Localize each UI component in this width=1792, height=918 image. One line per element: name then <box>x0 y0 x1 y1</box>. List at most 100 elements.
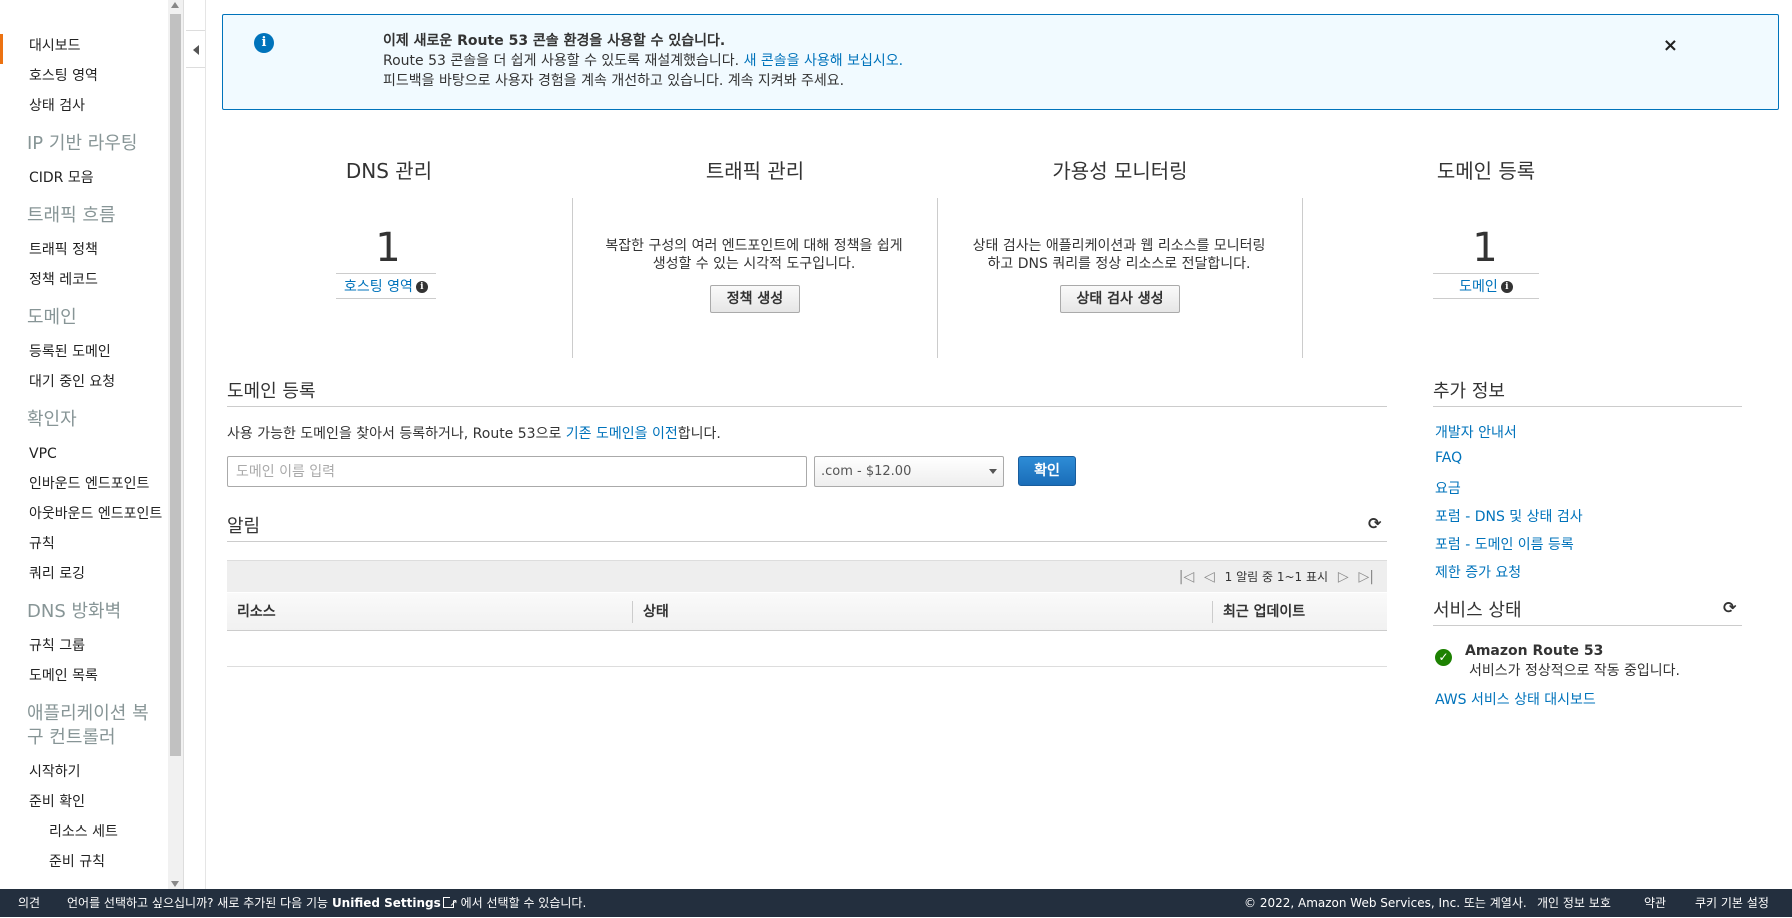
traffic-management: 트래픽 관리 <box>650 155 860 184</box>
divider <box>1302 198 1303 358</box>
info-icon[interactable]: i <box>415 281 428 293</box>
create-policy-button[interactable]: 정책 생성 <box>710 285 800 313</box>
tld-select[interactable]: .com - $12.00 <box>814 456 1004 487</box>
sidebar-item-hosted-zones[interactable]: 호스팅 영역 <box>0 64 168 94</box>
sidebar-nav: 대시보드 호스팅 영역 상태 검사 IP 기반 라우팅 CIDR 모음 트래픽 … <box>0 34 168 880</box>
sidebar-item-inbound-endpoints[interactable]: 인바운드 엔드포인트 <box>0 472 168 502</box>
domains-link-label[interactable]: 도메인 <box>1459 279 1498 295</box>
scrollbar-thumb[interactable] <box>170 14 181 756</box>
hosted-zone-count: 1 <box>375 225 401 271</box>
service-health-heading: 서비스 상태 <box>1433 600 1522 621</box>
sidebar-item-rules[interactable]: 규칙 <box>0 532 168 562</box>
forum-dns-link[interactable]: 포럼 - DNS 및 상태 검사 <box>1435 506 1583 526</box>
refresh-icon[interactable]: ⟳ <box>1368 514 1381 533</box>
info-icon[interactable]: i <box>1500 281 1513 293</box>
sidebar-item-traffic-policies[interactable]: 트래픽 정책 <box>0 238 168 268</box>
language-notice-text: 언어를 선택하고 싶으십니까? 새로 추가된 다음 기능 <box>67 896 329 910</box>
info-icon: i <box>254 33 274 53</box>
copyright: © 2022, Amazon Web Services, Inc. 또는 계열사… <box>1244 896 1527 910</box>
chevron-left-icon <box>193 45 199 55</box>
hosted-zones-link[interactable]: 호스팅 영역 i <box>336 273 436 299</box>
sidebar: 대시보드 호스팅 영역 상태 검사 IP 기반 라우팅 CIDR 모음 트래픽 … <box>0 0 184 889</box>
transfer-domain-link[interactable]: 기존 도메인을 이전 <box>566 426 678 442</box>
forum-domain-link[interactable]: 포럼 - 도메인 이름 등록 <box>1435 534 1574 554</box>
cookie-preferences-link[interactable]: 쿠키 기본 설정 <box>1695 889 1769 917</box>
availability-description: 상태 검사는 애플리케이션과 웹 리소스를 모니터링하고 DNS 쿼리를 정상 … <box>972 238 1266 272</box>
pagination-bar: |◁ ◁ 1 알림 중 1~1 표시 ▷ ▷| <box>227 560 1387 592</box>
terms-link[interactable]: 약관 <box>1644 889 1666 917</box>
availability-monitoring: 가용성 모니터링 <box>1020 155 1220 184</box>
external-link-icon <box>442 890 458 918</box>
divider <box>227 541 1387 542</box>
domain-registration-feature: 도메인 등록 <box>1418 155 1554 184</box>
sidebar-section-domains: 도메인 <box>27 307 77 328</box>
sidebar-item-resource-sets[interactable]: 리소스 세트 <box>0 820 168 850</box>
pricing-link[interactable]: 요금 <box>1435 478 1461 498</box>
next-page-icon[interactable]: ▷ <box>1338 569 1349 585</box>
tld-selected-value: .com - $12.00 <box>821 464 912 479</box>
sidebar-collapse-button[interactable] <box>186 30 206 68</box>
check-button[interactable]: 확인 <box>1018 456 1076 486</box>
aws-health-dashboard-link[interactable]: AWS 서비스 상태 대시보드 <box>1435 689 1596 709</box>
language-notice: 언어를 선택하고 싶으십니까? 새로 추가된 다음 기능 Unified Set… <box>67 889 587 918</box>
first-page-icon[interactable]: |◁ <box>1179 569 1194 585</box>
sidebar-item-cidr[interactable]: CIDR 모음 <box>0 166 168 196</box>
privacy-link[interactable]: 개인 정보 보호 <box>1537 889 1611 917</box>
hosted-zones-link-label[interactable]: 호스팅 영역 <box>344 279 413 295</box>
divider <box>1433 625 1742 626</box>
sidebar-item-outbound-endpoints[interactable]: 아웃바운드 엔드포인트 <box>0 502 168 532</box>
sidebar-item-domain-lists[interactable]: 도메인 목록 <box>0 664 168 694</box>
sidebar-item-policy-records[interactable]: 정책 레코드 <box>0 268 168 298</box>
sidebar-item-readiness-check[interactable]: 준비 확인 <box>0 790 168 820</box>
domain-name-input[interactable] <box>227 456 807 487</box>
sidebar-item-rule-groups[interactable]: 규칙 그룹 <box>0 634 168 664</box>
sidebar-section-ip-routing: IP 기반 라우팅 <box>27 133 138 154</box>
sidebar-item-registered-domains[interactable]: 등록된 도메인 <box>0 340 168 370</box>
domain-registration-title: 도메인 등록 <box>1436 159 1536 183</box>
create-health-check-button[interactable]: 상태 검사 생성 <box>1060 285 1180 313</box>
banner-feedback-text: 피드백을 바탕으로 사용자 경험을 계속 개선하고 있습니다. 계속 지켜봐 주… <box>383 73 845 89</box>
column-status[interactable]: 상태 <box>633 593 669 631</box>
column-resource[interactable]: 리소스 <box>227 593 276 631</box>
scroll-down-icon[interactable] <box>171 881 179 887</box>
sidebar-item-dashboard[interactable]: 대시보드 <box>0 34 168 64</box>
close-icon[interactable]: × <box>1663 35 1678 56</box>
sidebar-item-readiness-rules[interactable]: 준비 규칙 <box>0 850 168 880</box>
sidebar-item-getting-started[interactable]: 시작하기 <box>0 760 168 790</box>
faq-link[interactable]: FAQ <box>1435 450 1462 466</box>
last-page-icon[interactable]: ▷| <box>1359 569 1374 585</box>
sidebar-item-health-checks[interactable]: 상태 검사 <box>0 94 168 124</box>
column-last-updated[interactable]: 최근 업데이트 <box>1213 593 1305 631</box>
unified-settings-link[interactable]: Unified Settings <box>332 896 441 910</box>
alerts-heading: 알림 <box>227 516 261 537</box>
banner-title: 이제 새로운 Route 53 콘솔 환경을 사용할 수 있습니다. <box>383 33 726 49</box>
feedback-link[interactable]: 의견 <box>18 889 40 917</box>
domains-link[interactable]: 도메인 i <box>1433 273 1539 299</box>
limit-increase-link[interactable]: 제한 증가 요청 <box>1435 562 1521 582</box>
sidebar-item-pending-requests[interactable]: 대기 중인 요청 <box>0 370 168 400</box>
sidebar-item-query-logging[interactable]: 쿼리 로깅 <box>0 562 168 592</box>
footer: 의견 언어를 선택하고 싶으십니까? 새로 추가된 다음 기능 Unified … <box>0 889 1792 918</box>
register-domain-text: 사용 가능한 도메인을 찾아서 등록하거나, Route 53으로 기존 도메인… <box>227 423 721 443</box>
traffic-description: 복잡한 구성의 여러 엔드포인트에 대해 정책을 쉽게 생성할 수 있는 시각적… <box>605 238 903 272</box>
new-console-link[interactable]: 새 콘솔을 사용해 보십시오. <box>744 53 903 69</box>
check-circle-icon: ✓ <box>1435 649 1452 666</box>
sidebar-item-vpc[interactable]: VPC <box>0 442 168 472</box>
refresh-icon[interactable]: ⟳ <box>1723 598 1736 617</box>
sidebar-section-arc: 애플리케이션 복구 컨트롤러 <box>27 703 149 748</box>
dns-management: DNS 관리 <box>307 155 471 184</box>
availability-title: 가용성 모니터링 <box>1052 159 1188 183</box>
dns-management-title: DNS 관리 <box>345 159 433 183</box>
register-text-before: 사용 가능한 도메인을 찾아서 등록하거나, Route 53으로 <box>227 426 562 442</box>
sidebar-scrollbar[interactable] <box>168 0 183 889</box>
scroll-up-icon[interactable] <box>171 2 179 8</box>
language-notice-after: 에서 선택할 수 있습니다. <box>460 896 587 910</box>
register-text-after: 합니다. <box>677 426 721 442</box>
divider <box>227 666 1387 667</box>
alerts-table-header: 리소스 상태 최근 업데이트 <box>227 593 1387 631</box>
banner-text: Route 53 콘솔을 더 쉽게 사용할 수 있도록 재설계했습니다. <box>383 53 740 69</box>
developer-guide-link[interactable]: 개발자 안내서 <box>1435 422 1517 442</box>
service-status-text: 서비스가 정상적으로 작동 중입니다. <box>1469 663 1680 679</box>
sidebar-section-traffic-flow: 트래픽 흐름 <box>27 205 116 226</box>
prev-page-icon[interactable]: ◁ <box>1204 569 1215 585</box>
